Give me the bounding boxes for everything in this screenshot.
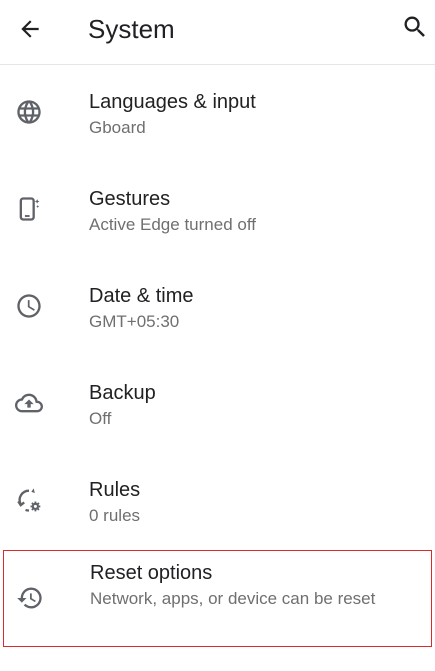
item-title: Backup	[89, 382, 156, 404]
item-title: Rules	[89, 479, 141, 501]
languages-input-item[interactable]: Languages & input Gboard	[0, 65, 435, 162]
cloud-upload-icon	[13, 387, 45, 419]
settings-list: Languages & input Gboard Gestures Active…	[0, 65, 435, 647]
page-title: System	[88, 14, 175, 44]
rules-item[interactable]: Rules 0 rules	[0, 453, 435, 550]
item-subtitle: Active Edge turned off	[89, 215, 256, 234]
item-title: Gestures	[89, 188, 171, 210]
arrow-left-icon	[21, 20, 39, 38]
gestures-item[interactable]: Gestures Active Edge turned off	[0, 162, 435, 259]
item-title: Date & time	[89, 285, 194, 307]
app-bar: System	[0, 0, 435, 65]
search-icon	[404, 16, 425, 37]
rules-icon	[13, 484, 45, 516]
globe-icon	[13, 96, 45, 128]
item-subtitle: 0 rules	[89, 506, 141, 525]
back-button[interactable]	[10, 9, 50, 49]
date-time-item[interactable]: Date & time GMT+05:30	[0, 259, 435, 356]
item-title: Reset options	[90, 562, 213, 584]
backup-item[interactable]: Backup Off	[0, 356, 435, 453]
clock-icon	[13, 290, 45, 322]
search-button[interactable]	[395, 7, 435, 47]
reset-options-item[interactable]: Reset options Network, apps, or device c…	[3, 550, 432, 647]
item-subtitle: Gboard	[89, 118, 146, 137]
item-subtitle: GMT+05:30	[89, 312, 180, 331]
history-icon	[14, 582, 46, 614]
phone-gesture-icon	[13, 193, 45, 225]
item-title: Languages & input	[89, 91, 256, 113]
item-subtitle: Off	[89, 409, 112, 428]
item-subtitle: Network, apps, or device can be reset	[90, 589, 376, 608]
